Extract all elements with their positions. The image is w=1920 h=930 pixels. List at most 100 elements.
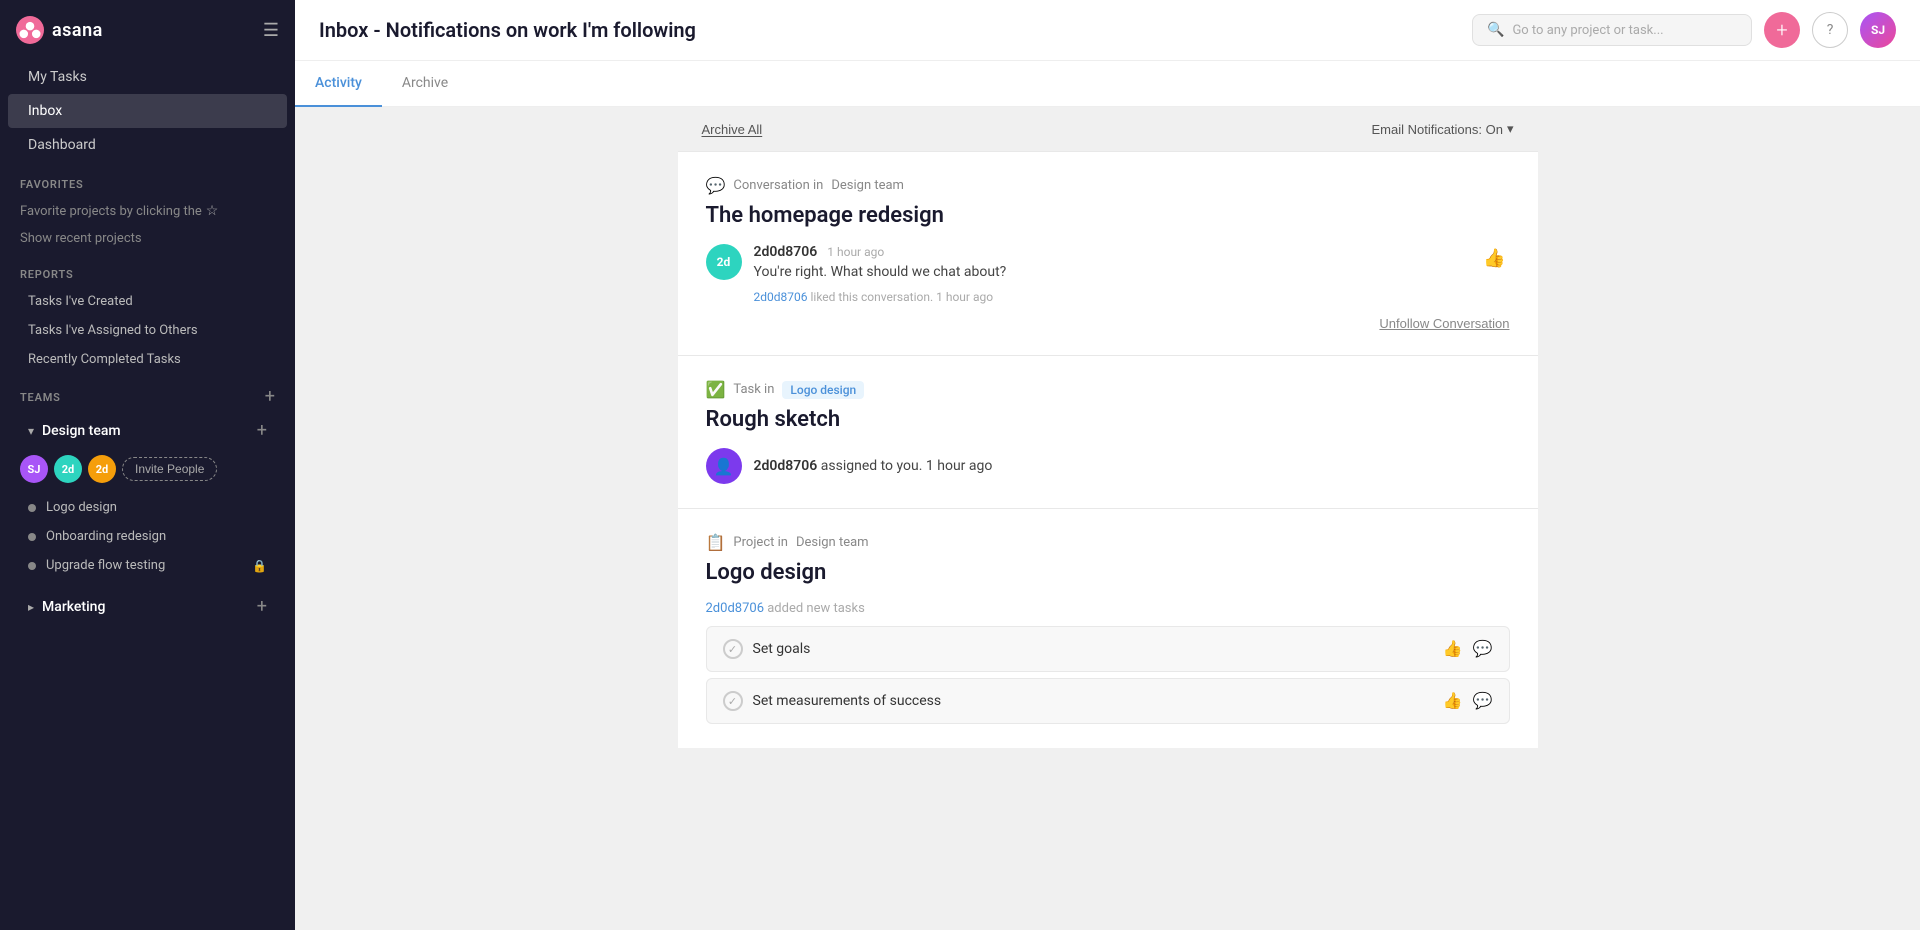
- project-dot-logo-design: [28, 504, 36, 512]
- tab-archive[interactable]: Archive: [382, 61, 468, 107]
- project-onboarding-redesign[interactable]: Onboarding redesign: [8, 522, 287, 551]
- sidebar-item-my-tasks[interactable]: My Tasks: [8, 60, 287, 94]
- notif-meta-task: ✅ Task in Logo design: [706, 380, 1510, 399]
- task-set-measurements-actions: 👍 💬: [1443, 691, 1493, 711]
- assign-comment: 👤 2d0d8706 assigned to you. 1 hour ago: [706, 448, 1510, 484]
- asana-logo-icon: [16, 16, 44, 44]
- search-bar[interactable]: 🔍 Go to any project or task...: [1472, 14, 1752, 46]
- main-content: Inbox - Notifications on work I'm follow…: [295, 0, 1920, 930]
- task-check-set-goals[interactable]: ✓: [723, 639, 743, 659]
- lock-icon: 🔒: [252, 559, 267, 573]
- avatar-2d-2[interactable]: 2d: [88, 455, 116, 483]
- sidebar-item-tasks-assigned[interactable]: Tasks I've Assigned to Others: [8, 316, 287, 345]
- sidebar-item-tasks-created[interactable]: Tasks I've Created: [8, 287, 287, 316]
- liked-note-1: 2d0d8706 liked this conversation. 1 hour…: [754, 290, 1510, 304]
- assign-time: 1 hour ago: [926, 458, 992, 474]
- added-by: 2d0d8706: [706, 601, 765, 616]
- notification-project: 📋 Project in Design team Logo design 2d0…: [678, 508, 1538, 748]
- assign-author: 2d0d8706: [754, 458, 818, 474]
- chevron-right-icon: ▸: [28, 600, 34, 614]
- task-context-tag: Logo design: [782, 381, 864, 399]
- create-button[interactable]: +: [1764, 12, 1800, 48]
- favorites-hint-text: Favorite projects by clicking the: [20, 204, 202, 219]
- comment-avatar-initials-1: 2d: [717, 255, 731, 269]
- user-avatar[interactable]: SJ: [1860, 12, 1896, 48]
- project-logo-design[interactable]: Logo design: [8, 493, 287, 522]
- sidebar-item-dashboard[interactable]: Dashboard: [8, 128, 287, 162]
- task-set-goals: ✓ Set goals 👍 💬: [706, 626, 1510, 672]
- help-button[interactable]: ?: [1812, 12, 1848, 48]
- avatar-2d-1[interactable]: 2d: [54, 455, 82, 483]
- liked-by-1: 2d0d8706: [754, 290, 808, 304]
- team-marketing-label: Marketing: [42, 599, 105, 615]
- task-set-measurements-label: Set measurements of success: [753, 693, 942, 709]
- sidebar-item-inbox-label: Inbox: [28, 103, 62, 119]
- team-design-members: SJ 2d 2d Invite People: [0, 449, 295, 493]
- sidebar-toggle-btn[interactable]: ☰: [263, 20, 279, 41]
- notif-meta-text-2: Task in: [733, 382, 774, 397]
- sidebar-item-inbox[interactable]: Inbox: [8, 94, 287, 128]
- chevron-down-icon: ▾: [28, 424, 34, 438]
- task-comment-button-2[interactable]: 💬: [1473, 691, 1493, 711]
- project-dot-upgrade: [28, 562, 36, 570]
- notification-conversation: 💬 Conversation in Design team The homepa…: [678, 151, 1538, 355]
- project-dot-onboarding: [28, 533, 36, 541]
- notif-comment-1: 2d 2d0d8706 1 hour ago You're right. Wha…: [706, 244, 1510, 280]
- conversation-icon: 💬: [706, 176, 726, 195]
- search-placeholder: Go to any project or task...: [1512, 23, 1663, 38]
- tab-activity[interactable]: Activity: [295, 61, 382, 107]
- topbar-right: 🔍 Go to any project or task... + ? SJ: [1472, 12, 1896, 48]
- project-logo-design-label: Logo design: [46, 500, 117, 515]
- avatar-2d-2-initials: 2d: [96, 463, 109, 476]
- notif-title-1: The homepage redesign: [706, 203, 1510, 228]
- comment-body-1: 2d0d8706 1 hour ago You're right. What s…: [754, 244, 1468, 280]
- notif-title-2: Rough sketch: [706, 407, 1510, 432]
- sidebar-item-recently-completed[interactable]: Recently Completed Tasks: [8, 345, 287, 374]
- add-project-to-team-button[interactable]: +: [257, 420, 267, 441]
- avatar-sj[interactable]: SJ: [20, 455, 48, 483]
- archive-all-button[interactable]: Archive All: [702, 122, 763, 137]
- task-set-goals-label: Set goals: [753, 641, 811, 657]
- task-like-button[interactable]: 👍: [1443, 639, 1463, 659]
- avatar-sj-initials: SJ: [28, 463, 41, 476]
- comment-text-1: You're right. What should we chat about?: [754, 264, 1468, 280]
- add-team-button[interactable]: +: [265, 388, 275, 406]
- liked-time-1: 1 hour ago: [936, 290, 993, 304]
- chevron-down-icon: ▾: [1507, 121, 1514, 137]
- project-icon: 📋: [706, 533, 726, 552]
- assign-avatar-icon: 👤: [714, 457, 734, 476]
- project-upgrade-flow[interactable]: Upgrade flow testing 🔒: [8, 551, 287, 580]
- favorites-hint: Favorite projects by clicking the ☆: [0, 197, 295, 225]
- liked-text-1: liked this conversation.: [810, 290, 933, 304]
- show-recent-projects[interactable]: Show recent projects: [0, 225, 295, 252]
- invite-people-button[interactable]: Invite People: [122, 457, 217, 481]
- unfollow-conversation-button[interactable]: Unfollow Conversation: [1379, 316, 1509, 331]
- notification-task: ✅ Task in Logo design Rough sketch 👤 2d0…: [678, 355, 1538, 508]
- content-area: Archive All Email Notifications: On ▾ 💬 …: [295, 107, 1920, 930]
- task-comment-button[interactable]: 💬: [1473, 639, 1493, 659]
- task-set-goals-actions: 👍 💬: [1443, 639, 1493, 659]
- comment-avatar-1: 2d: [706, 244, 742, 280]
- search-icon: 🔍: [1487, 22, 1504, 38]
- inner-content: Archive All Email Notifications: On ▾ 💬 …: [678, 107, 1538, 748]
- task-check-icon: ✅: [706, 380, 726, 399]
- assign-action: assigned to you.: [821, 458, 923, 474]
- email-notifications-button[interactable]: Email Notifications: On ▾: [1371, 121, 1513, 137]
- task-check-set-measurements[interactable]: ✓: [723, 691, 743, 711]
- tabs-bar: Activity Archive: [295, 61, 1920, 107]
- comment-author-1: 2d0d8706: [754, 244, 818, 260]
- team-marketing[interactable]: ▸ Marketing +: [8, 588, 287, 625]
- sidebar-item-my-tasks-label: My Tasks: [28, 69, 87, 85]
- email-notif-label: Email Notifications: On: [1371, 122, 1503, 137]
- add-project-to-marketing-button[interactable]: +: [257, 596, 267, 617]
- like-button-1[interactable]: 👍: [1479, 244, 1509, 273]
- topbar: Inbox - Notifications on work I'm follow…: [295, 0, 1920, 61]
- notif-meta-text-1: Conversation in: [733, 178, 823, 193]
- content-toolbar: Archive All Email Notifications: On ▾: [678, 107, 1538, 151]
- logo-area[interactable]: asana: [16, 16, 103, 44]
- logo-text: asana: [52, 20, 103, 41]
- added-tasks-note: 2d0d8706 added new tasks: [706, 601, 1510, 616]
- notif-meta-conversation: 💬 Conversation in Design team: [706, 176, 1510, 195]
- task-like-button-2[interactable]: 👍: [1443, 691, 1463, 711]
- team-design[interactable]: ▾ Design team +: [8, 412, 287, 449]
